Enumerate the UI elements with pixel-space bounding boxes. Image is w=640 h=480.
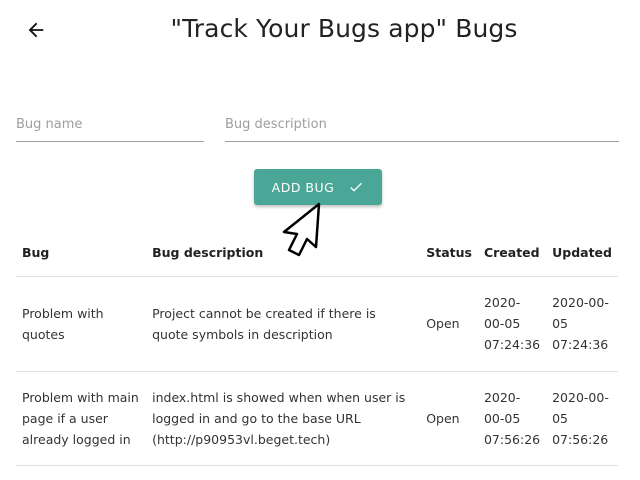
add-bug-button-label: ADD BUG [271, 179, 335, 195]
cell-bug: Problem with quotes [16, 276, 147, 372]
cell-status: Open [420, 371, 478, 466]
column-header-bug[interactable]: Bug [16, 230, 147, 277]
bugs-table: Bug Bug description Status Created Updat… [16, 230, 618, 466]
column-header-status[interactable]: Status [420, 230, 478, 277]
bugs-page: "Track Your Bugs app" Bugs ADD BUG Bug B… [0, 0, 640, 480]
cell-updated: 2020-00-05 07:56:26 [546, 371, 618, 466]
table-row[interactable]: Problem with main page if a user already… [16, 371, 618, 466]
cell-created: 2020-00-05 07:56:26 [477, 371, 547, 466]
bug-name-input[interactable] [16, 110, 204, 138]
cell-created: 2020-00-05 07:24:36 [477, 276, 547, 372]
bug-name-field [16, 110, 204, 142]
add-bug-button[interactable]: ADD BUG [254, 169, 382, 205]
bug-description-input[interactable] [225, 110, 619, 138]
cell-bug: Problem with main page if a user already… [16, 371, 147, 466]
table-header-row: Bug Bug description Status Created Updat… [16, 230, 618, 277]
cell-status: Open [420, 276, 478, 372]
check-icon [348, 179, 364, 195]
cell-description: Project cannot be created if there is qu… [146, 276, 421, 372]
column-header-description[interactable]: Bug description [146, 230, 421, 277]
page-title: "Track Your Bugs app" Bugs [170, 14, 518, 43]
column-header-updated[interactable]: Updated [546, 230, 618, 277]
bug-description-field [225, 110, 619, 142]
cell-description: index.html is showed when when user is l… [146, 371, 421, 466]
column-header-created[interactable]: Created [477, 230, 547, 277]
cell-updated: 2020-00-05 07:24:36 [546, 276, 618, 372]
table-row[interactable]: Problem with quotes Project cannot be cr… [16, 276, 618, 372]
